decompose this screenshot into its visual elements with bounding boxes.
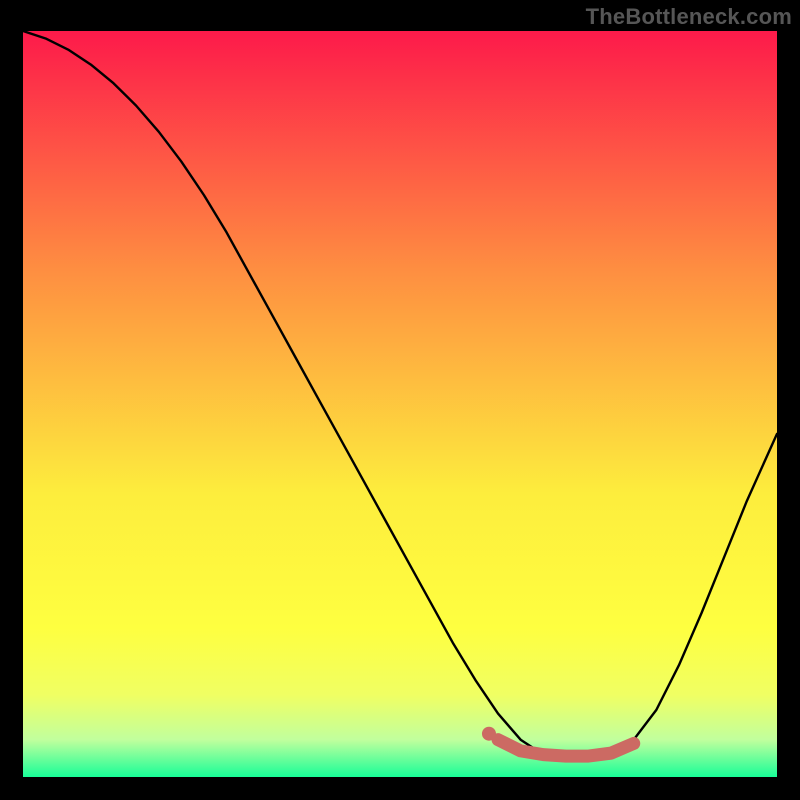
- gradient-background: [23, 31, 777, 777]
- chart-container: TheBottleneck.com: [0, 0, 800, 800]
- plot-frame: [23, 31, 777, 777]
- optimal-point-dot: [482, 727, 496, 741]
- attribution-label: TheBottleneck.com: [586, 4, 792, 30]
- bottleneck-plot: [23, 31, 777, 777]
